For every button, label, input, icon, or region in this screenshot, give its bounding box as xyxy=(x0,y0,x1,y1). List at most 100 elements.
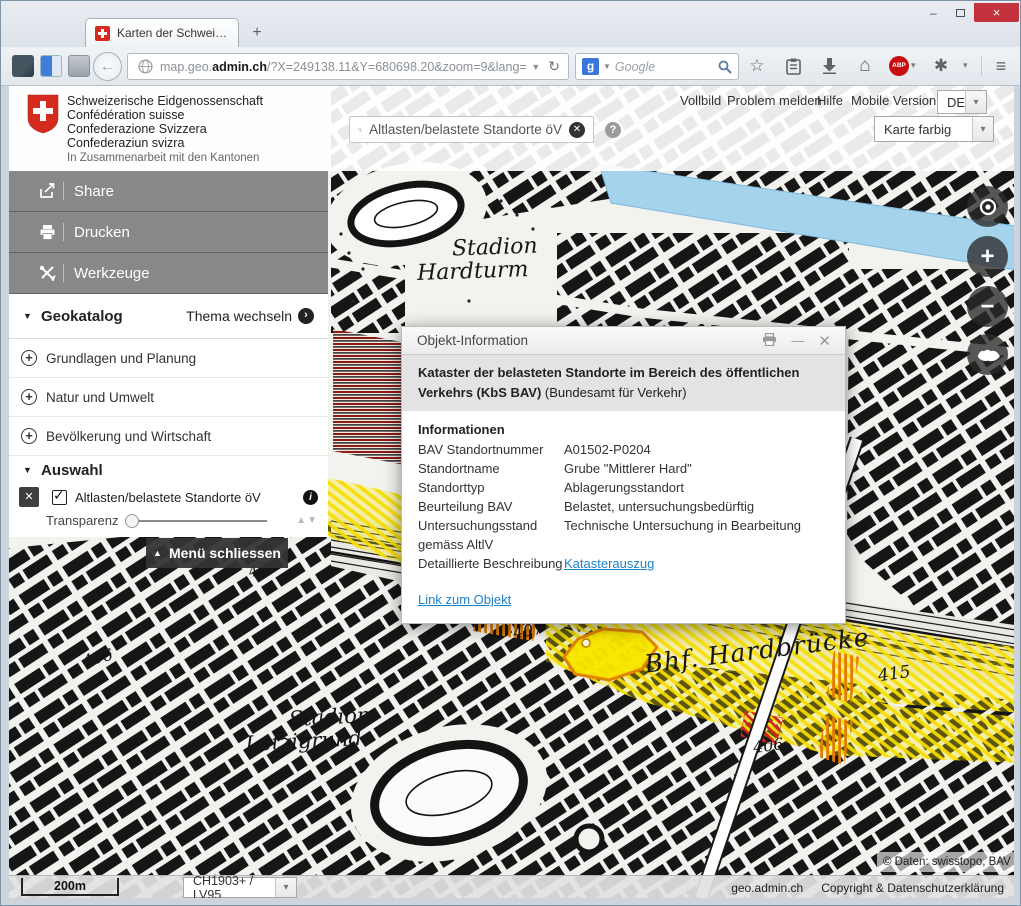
window-titlebar: Karten der Schweiz - Schweize... + – × xyxy=(1,1,1021,47)
kataster-link[interactable]: Katasterauszug xyxy=(564,556,654,571)
selection-header[interactable]: ▼ Auswahl xyxy=(9,456,328,484)
window-maximize-button[interactable] xyxy=(947,3,974,22)
popup-minimize-icon[interactable]: — xyxy=(791,333,804,348)
category-bevoelkerung[interactable]: + Bevölkerung und Wirtschaft xyxy=(9,417,328,456)
footer-bar: 200m CH1903+ / LV95▾ geo.admin.ch Copyri… xyxy=(9,875,1014,898)
nav-hilfe[interactable]: Hilfe xyxy=(817,93,843,108)
switzerland-icon xyxy=(975,346,1001,364)
globe-icon xyxy=(138,59,153,74)
geolocate-icon xyxy=(977,196,999,218)
addon-dropdown-icon[interactable]: ▾ xyxy=(963,60,968,71)
info-row: Beurteilung BAVBelastet, untersuchungsbe… xyxy=(418,497,829,516)
confederation-logo-text: Schweizerische Eidgenossenschaft Confédé… xyxy=(67,94,263,150)
info-row: Untersuchungsstand gemäss AltlVTechnisch… xyxy=(418,516,829,554)
map-search-input[interactable]: Altlasten/belastete Standorte öV ✕ xyxy=(349,116,594,143)
collapse-triangle-icon: ▼ xyxy=(23,311,37,321)
google-logo-icon: g xyxy=(582,58,599,75)
magnifier-icon[interactable] xyxy=(718,60,732,74)
search-engine-bar[interactable]: g ▼ Google xyxy=(575,53,739,80)
bookmark-star-icon[interactable]: ☆ xyxy=(745,55,769,77)
change-theme-link[interactable]: Thema wechseln xyxy=(186,308,292,324)
adblock-dropdown-icon[interactable]: ▾ xyxy=(911,60,916,71)
background-layer-select[interactable]: Karte farbig▾ xyxy=(874,116,994,142)
home-icon[interactable]: ⌂ xyxy=(853,55,877,77)
expand-plus-icon: + xyxy=(21,389,37,405)
geoadmin-link[interactable]: geo.admin.ch xyxy=(731,881,803,895)
url-text: map.geo.admin.ch/?X=249138.11&Y=680698.2… xyxy=(160,60,527,74)
menu-hamburger-icon[interactable]: ≡ xyxy=(989,55,1013,77)
popup-close-icon[interactable]: ✕ xyxy=(818,332,831,350)
change-theme-arrow-icon[interactable]: › xyxy=(298,308,314,324)
site-header: Schweizerische Eidgenossenschaft Confédé… xyxy=(9,86,1014,171)
transparency-row: Transparenz ▲▼ xyxy=(9,510,328,537)
tab-title: Karten der Schweiz - Schweize... xyxy=(117,26,229,40)
addon-icon-2[interactable] xyxy=(40,55,62,77)
popup-titlebar[interactable]: Objekt-Information — ✕ xyxy=(402,327,845,355)
geolocate-button[interactable] xyxy=(967,186,1008,227)
nav-problem-melden[interactable]: Problem melden xyxy=(727,93,822,108)
geocatalog-header[interactable]: ▼ Geokatalog Thema wechseln › xyxy=(9,294,328,339)
object-info-popup: Objekt-Information — ✕ Kataster der bela… xyxy=(401,326,846,624)
zoom-out-button[interactable]: − xyxy=(967,286,1008,327)
nav-mobile-version[interactable]: Mobile Version xyxy=(851,93,936,108)
engine-dropdown-icon[interactable]: ▼ xyxy=(603,62,611,71)
clear-search-icon[interactable]: ✕ xyxy=(569,122,585,138)
expand-plus-icon: + xyxy=(21,428,37,444)
browser-toolbar: ← map.geo.admin.ch/?X=249138.11&Y=680698… xyxy=(1,47,1021,86)
back-button[interactable]: ← xyxy=(93,52,122,81)
collapse-triangle-icon: ▼ xyxy=(23,465,37,475)
object-link[interactable]: Link zum Objekt xyxy=(418,592,511,607)
expand-plus-icon: + xyxy=(21,350,37,366)
tools-icon xyxy=(35,265,59,281)
cantons-subline: In Zusammenarbeit mit den Kantonen xyxy=(67,152,259,164)
info-row: StandortnameGrube "Mittlerer Hard" xyxy=(418,459,829,478)
search-engine-placeholder: Google xyxy=(615,60,714,74)
info-section-heading: Informationen xyxy=(418,422,829,437)
collapse-up-icon: ▲ xyxy=(153,548,162,558)
search-value: Altlasten/belastete Standorte öV xyxy=(369,122,562,137)
window-minimize-button[interactable]: – xyxy=(920,3,947,22)
popup-print-icon[interactable] xyxy=(762,333,777,349)
window-close-button[interactable]: × xyxy=(974,3,1019,22)
popup-title: Objekt-Information xyxy=(417,333,762,348)
printer-icon xyxy=(35,224,59,240)
search-icon xyxy=(358,123,362,137)
map-attribution: © Daten: swisstopo, BAV xyxy=(877,852,1017,872)
downloads-icon[interactable] xyxy=(817,55,841,77)
adblock-icon[interactable]: ABP xyxy=(889,56,909,76)
language-select[interactable]: DE▾ xyxy=(937,90,987,114)
sidebar-item-share[interactable]: Share xyxy=(9,171,328,212)
sidebar-item-print[interactable]: Drucken xyxy=(9,212,328,253)
zoom-in-button[interactable]: + xyxy=(967,236,1008,277)
browser-window: Karten der Schweiz - Schweize... + – × ←… xyxy=(0,0,1021,906)
url-bar[interactable]: map.geo.admin.ch/?X=249138.11&Y=680698.2… xyxy=(127,53,569,80)
remove-layer-icon[interactable]: ✕ xyxy=(19,487,39,507)
browser-tab[interactable]: Karten der Schweiz - Schweize... xyxy=(85,18,239,47)
addon-icon-3[interactable] xyxy=(68,55,90,77)
new-tab-button[interactable]: + xyxy=(246,23,268,43)
slider-knob[interactable] xyxy=(125,514,139,528)
bookmarks-panel-icon[interactable] xyxy=(781,55,805,77)
active-layer-row: ✕ Altlasten/belastete Standorte öV i xyxy=(9,484,328,510)
copyright-link[interactable]: Copyright & Datenschutzerklärung xyxy=(821,881,1004,895)
url-dropdown-icon[interactable]: ▼ xyxy=(527,62,544,72)
layer-reorder-icons[interactable]: ▲▼ xyxy=(296,515,318,526)
zoom-to-switzerland-button[interactable] xyxy=(967,334,1008,375)
transparency-slider[interactable] xyxy=(127,514,267,528)
addon-splat-icon[interactable]: ✱ xyxy=(929,55,953,77)
info-row: StandorttypAblagerungsstandort xyxy=(418,478,829,497)
layer-info-icon[interactable]: i xyxy=(303,490,318,505)
sidebar: Share Drucken Werkzeuge ▼ Geokatalog The… xyxy=(9,171,328,537)
search-help-icon[interactable]: ? xyxy=(605,122,621,138)
addon-icon-1[interactable] xyxy=(12,55,34,77)
share-icon xyxy=(35,183,59,199)
selection-title: Auswahl xyxy=(41,462,328,479)
reload-icon[interactable]: ↻ xyxy=(544,58,568,75)
category-grundlagen[interactable]: + Grundlagen und Planung xyxy=(9,339,328,378)
category-natur[interactable]: + Natur und Umwelt xyxy=(9,378,328,417)
close-menu-button[interactable]: ▲ Menü schliessen xyxy=(146,538,288,568)
nav-vollbild[interactable]: Vollbild xyxy=(680,93,721,108)
projection-select[interactable]: CH1903+ / LV95▾ xyxy=(183,877,297,898)
sidebar-item-tools[interactable]: Werkzeuge xyxy=(9,253,328,294)
layer-checkbox[interactable] xyxy=(52,490,67,505)
